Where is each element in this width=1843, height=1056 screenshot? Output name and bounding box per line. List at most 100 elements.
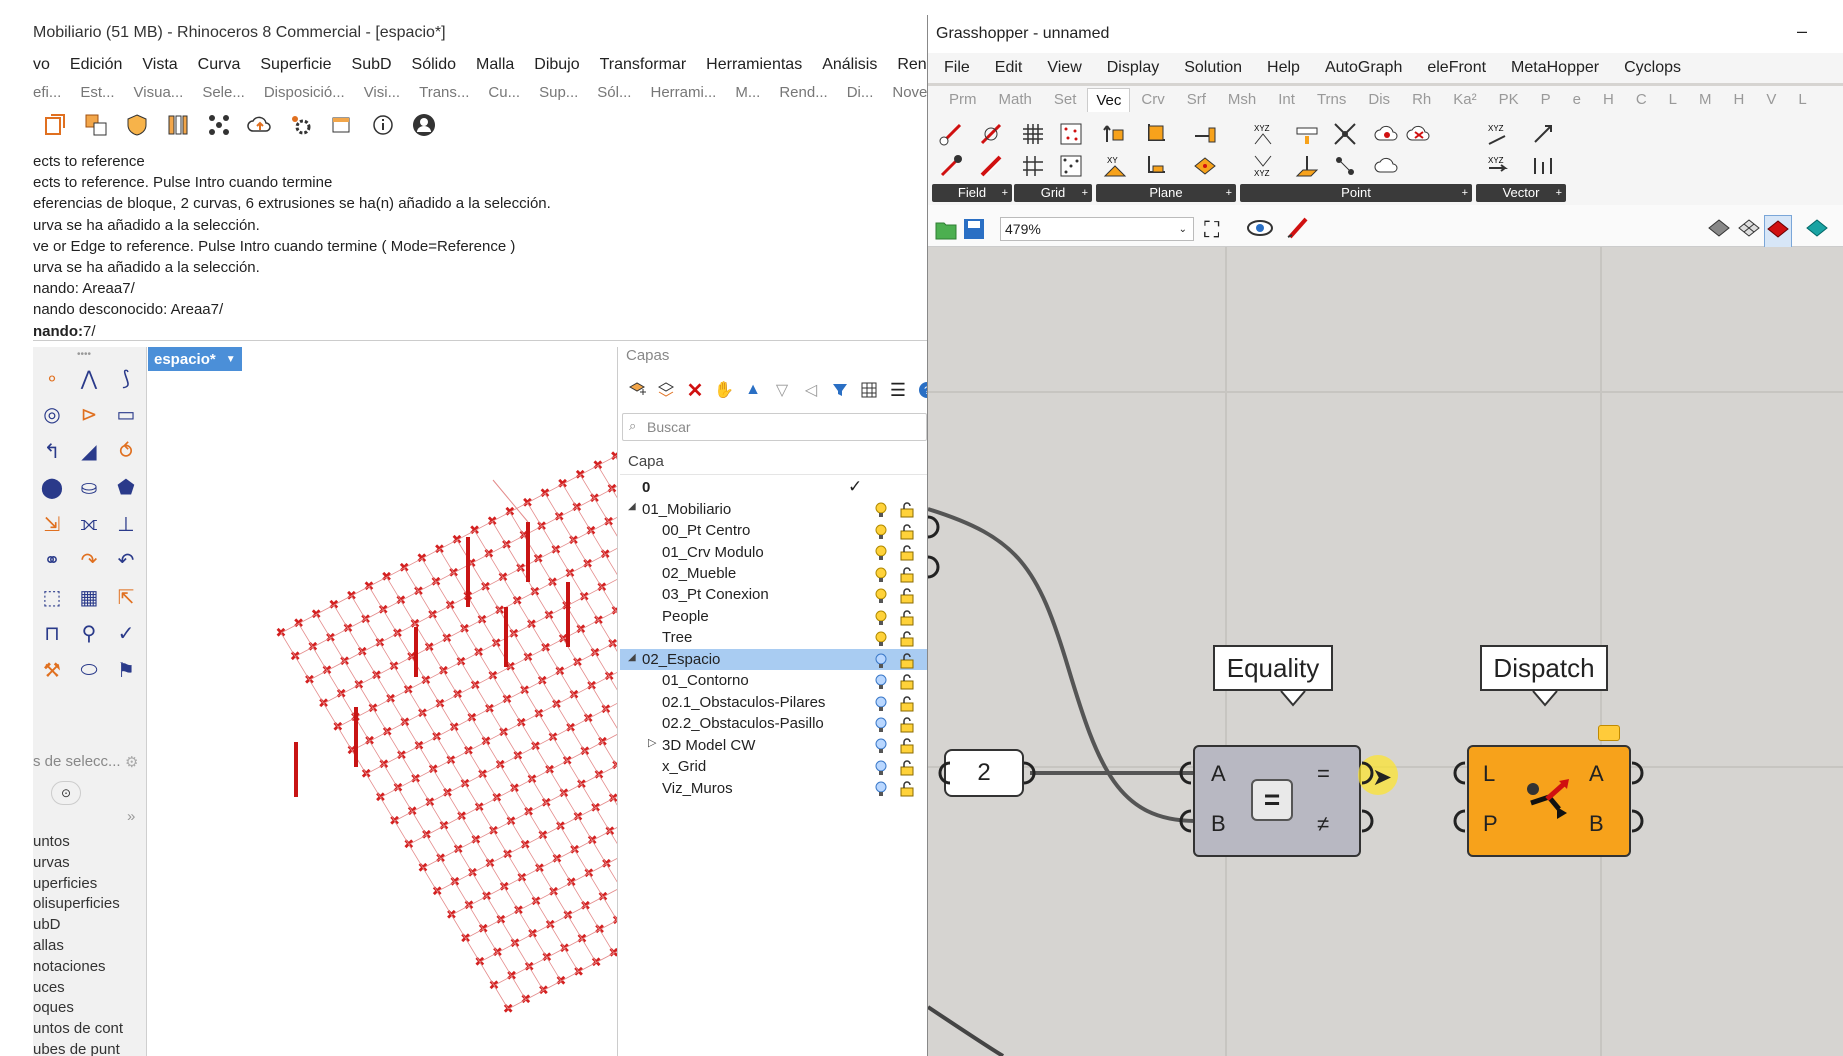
layer-row[interactable]: Viz_Muros [620, 777, 927, 798]
gh-tab[interactable]: Int [1267, 91, 1306, 108]
warning-balloon[interactable] [1598, 725, 1620, 741]
menu-item[interactable]: Malla [476, 56, 514, 80]
toolbar-tab[interactable]: M... [735, 84, 760, 106]
ribbon-label-field[interactable]: Field + [932, 184, 1012, 202]
expand-icon[interactable]: » [127, 808, 135, 825]
block-icon[interactable] [81, 110, 111, 140]
gh-tab[interactable]: Set [1043, 91, 1088, 108]
boolean-icon[interactable]: ⚭ [35, 544, 69, 578]
new-sublayer-icon[interactable] [655, 379, 677, 401]
menu-item[interactable]: Dibujo [534, 56, 579, 80]
gh-tab[interactable]: Trns [1306, 91, 1357, 108]
account-icon[interactable] [409, 110, 439, 140]
layer-row[interactable]: ▷ 3D Model CW [620, 734, 927, 755]
selection-filter-item[interactable]: uces [33, 978, 123, 999]
move-down-icon[interactable]: ▽ [771, 379, 793, 401]
ribbon-label-point[interactable]: Point + [1240, 184, 1472, 202]
circle-icon[interactable]: ◎ [35, 398, 69, 432]
construct-point-icon[interactable]: XYZ [1248, 120, 1278, 148]
extrude-icon[interactable]: ⛀ [72, 471, 106, 505]
selection-filter-item[interactable]: oques [33, 998, 123, 1019]
menu-item[interactable]: Edición [70, 56, 122, 80]
selection-filter-item[interactable]: untos de cont [33, 1019, 123, 1040]
array-icon[interactable]: ⬚ [35, 580, 69, 614]
output-b[interactable]: B [1589, 811, 1604, 837]
equality-component[interactable]: A B = ≠ = [1193, 745, 1361, 857]
grip-handle[interactable]: •••• [77, 349, 91, 360]
gh-tab[interactable]: H [1592, 91, 1625, 108]
preview-wire-icon[interactable] [1736, 215, 1762, 246]
cull-duplicates-icon[interactable] [1404, 120, 1434, 148]
input-pattern[interactable]: P [1483, 811, 1498, 837]
viewport-top[interactable]: espacio*▼ ✖✖✖✖✖✖✖✖✖✖✖✖✖✖✖✖✖✖✖✖✖✖✖✖✖✖✖✖✖✖… [148, 347, 618, 1056]
vector-xyz-icon[interactable]: XYZ [1482, 120, 1512, 148]
preview-eye-icon[interactable] [1246, 215, 1276, 246]
dispatch-component[interactable]: L P A B [1467, 745, 1631, 857]
selection-toggle[interactable]: ⊙ [51, 781, 81, 805]
toolbar-tab[interactable]: Nove [892, 84, 927, 106]
gh-tab[interactable]: L [1787, 91, 1817, 108]
toolbar-tab[interactable]: Sól... [597, 84, 631, 106]
gh-tab[interactable]: Srf [1176, 91, 1217, 108]
menu-item[interactable]: Transformar [600, 56, 687, 80]
menu-item[interactable]: Vista [142, 56, 177, 80]
selection-filter-item[interactable]: ubes de punt [33, 1040, 123, 1056]
toolbar-tab[interactable]: Di... [847, 84, 874, 106]
curve-icon[interactable]: ⟆ [109, 361, 143, 395]
cull-points-icon[interactable] [1372, 120, 1402, 148]
align-icon[interactable]: ⊥ [109, 507, 143, 541]
field-merge-icon[interactable] [976, 152, 1006, 180]
save-file-icon[interactable] [962, 217, 986, 246]
info-icon[interactable] [368, 110, 398, 140]
gh-tab[interactable]: Rh [1401, 91, 1442, 108]
collapse-triangle-icon[interactable]: ◢ [628, 652, 636, 663]
plane-align-icon[interactable] [1100, 120, 1130, 148]
layer-row[interactable]: People [620, 606, 927, 627]
layer-row[interactable]: 02.2_Obstaculos-Pasillo [620, 713, 927, 734]
selection-filter-item[interactable]: olisuperficies [33, 894, 123, 915]
zoom-extents-icon[interactable]: ⛶ [1204, 217, 1219, 243]
move-up-icon[interactable]: ▲ [742, 379, 764, 401]
sketch-pen-icon[interactable] [1286, 215, 1312, 246]
layer-row[interactable]: 01_Contorno [620, 670, 927, 691]
gh-menu-item[interactable]: Solution [1184, 59, 1242, 77]
numbers-to-points-icon[interactable] [1292, 120, 1322, 148]
mirror-icon[interactable]: ⟗ [72, 507, 106, 541]
gh-tab[interactable]: V [1755, 91, 1787, 108]
scale-icon[interactable]: ⇱ [109, 580, 143, 614]
solid-icon[interactable]: ⬤ [35, 471, 69, 505]
check-icon[interactable]: ✓ [109, 617, 143, 651]
fillet-icon[interactable]: ↰ [35, 434, 69, 468]
lightbulb-icon[interactable] [875, 781, 887, 801]
project-point-icon[interactable] [1292, 152, 1322, 180]
bend-icon[interactable]: ⚒ [35, 653, 69, 687]
toolbar-tab[interactable]: Visi... [364, 84, 400, 106]
output-a[interactable]: A [1589, 761, 1604, 787]
layer-row[interactable]: x_Grid [620, 756, 927, 777]
box-icon[interactable]: ⬟ [109, 471, 143, 505]
gh-tab[interactable]: PK [1488, 91, 1530, 108]
field-line-icon[interactable] [936, 120, 966, 148]
sweep-icon[interactable]: ⚑ [109, 653, 143, 687]
gear-icon[interactable]: ⚙ [125, 753, 138, 771]
menu-item[interactable]: Renderizac [897, 56, 927, 80]
gh-tab[interactable]: Crv [1130, 91, 1175, 108]
current-layer-check-icon[interactable]: ✓ [848, 477, 862, 497]
menu-item[interactable]: SubD [352, 56, 392, 80]
import-icon[interactable] [40, 110, 70, 140]
rectangle-icon[interactable]: ▭ [109, 398, 143, 432]
open-file-icon[interactable] [934, 217, 958, 246]
input-a[interactable]: A [1211, 761, 1226, 787]
dimension-icon[interactable]: ⊓ [35, 617, 69, 651]
plane-axes-icon[interactable] [1140, 152, 1170, 180]
new-layer-icon[interactable] [626, 379, 648, 401]
arc-icon[interactable]: ⊳ [72, 398, 106, 432]
expand-triangle-icon[interactable]: ▷ [648, 736, 656, 749]
field-spin-icon[interactable] [976, 120, 1006, 148]
output-equal[interactable]: = [1317, 761, 1330, 787]
menu-item[interactable]: Curva [198, 56, 241, 80]
xy-plane-icon[interactable]: XY [1100, 152, 1130, 180]
preview-mesh-icon[interactable] [1804, 215, 1830, 246]
gh-menu-item[interactable]: eleFront [1427, 59, 1486, 77]
gh-tab[interactable]: Vec [1087, 87, 1131, 112]
